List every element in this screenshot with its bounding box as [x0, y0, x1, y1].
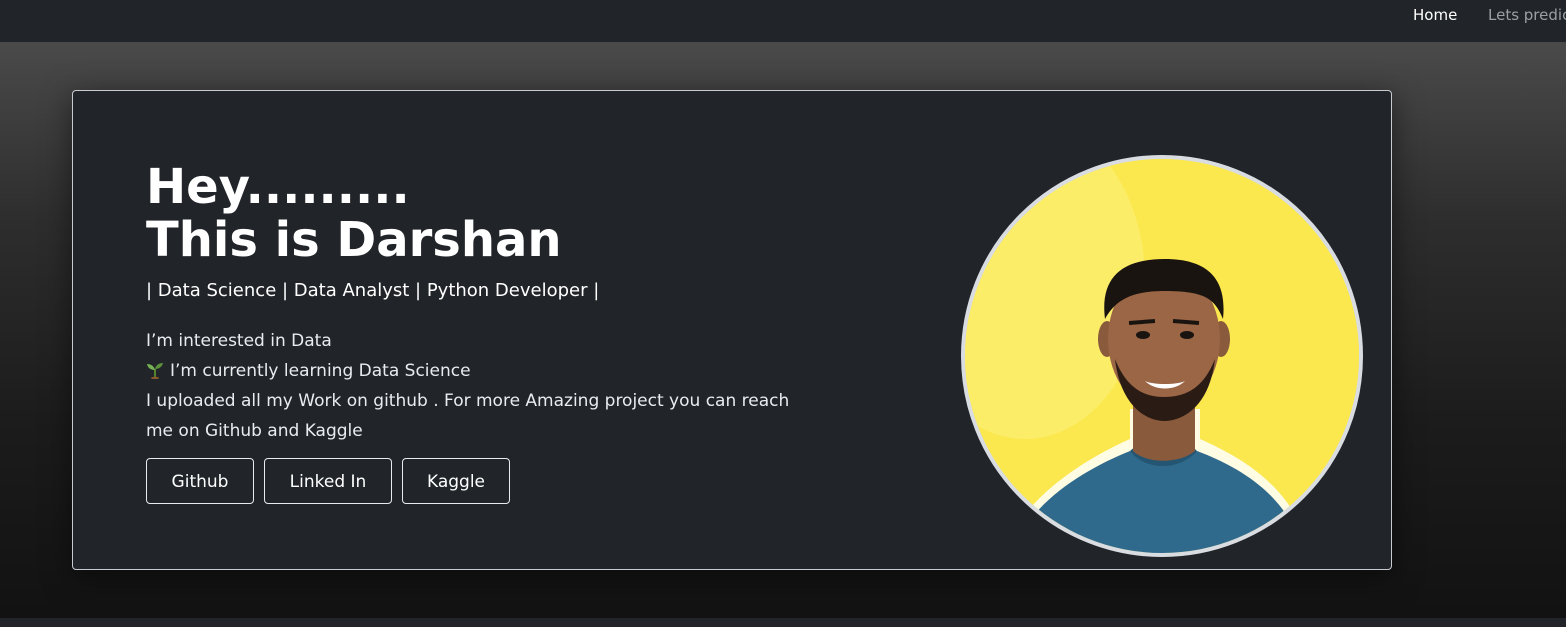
title-line-name: This is Darshan: [146, 212, 562, 268]
nav-link-lets-predict[interactable]: Lets predict: [1488, 6, 1566, 24]
nav-link-home[interactable]: Home: [1413, 6, 1457, 24]
title-line-greeting: Hey.........: [146, 159, 410, 215]
bottom-strip: [0, 618, 1566, 627]
top-navbar: Home Lets predict: [0, 0, 1566, 42]
roles-subtitle: | Data Science | Data Analyst | Python D…: [146, 280, 600, 301]
bio-line-work: I uploaded all my Work on github . For m…: [146, 391, 790, 441]
profile-photo: [965, 159, 1359, 553]
portfolio-page: Home Lets predict Hey......... This is D…: [0, 0, 1566, 627]
seedling-icon: [146, 359, 164, 380]
bio-text: I’m interested in Data I’m currently lea…: [146, 326, 796, 446]
kaggle-button[interactable]: Kaggle: [402, 458, 510, 504]
github-button[interactable]: Github: [146, 458, 254, 504]
linkedin-button[interactable]: Linked In: [264, 458, 392, 504]
bio-learning-text: I’m currently learning Data Science: [170, 361, 471, 381]
profile-avatar: [961, 155, 1363, 557]
bio-line-interest: I’m interested in Data: [146, 331, 332, 351]
bio-line-learning: I’m currently learning Data Science: [146, 356, 796, 386]
page-title: Hey......... This is Darshan: [146, 161, 562, 267]
intro-card: Hey......... This is Darshan | Data Scie…: [72, 90, 1392, 570]
